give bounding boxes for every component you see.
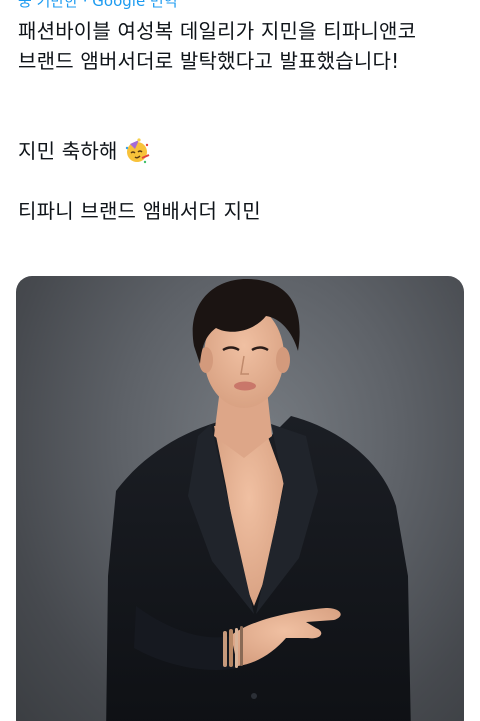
- tweet-text: 패션바이블 여성복 데일리가 지민을 티파니앤코 브랜드 앰버서더로 발탁했다고…: [18, 16, 462, 226]
- tweet-paragraph-congrats-text: 지민 축하해: [18, 139, 118, 163]
- tweet-paragraph-announcement: 패션바이블 여성복 데일리가 지민을 티파니앤코 브랜드 앰버서더로 발탁했다고…: [18, 19, 417, 73]
- tweet-paragraph-title: 티파니 브랜드 앰배서더 지민: [18, 199, 261, 223]
- portrait-illustration: [106, 278, 411, 721]
- tweet-photo[interactable]: [16, 276, 464, 721]
- translation-attribution-text[interactable]: 중 기반한 · Google 번역: [18, 0, 178, 11]
- partying-face-icon: [124, 138, 150, 164]
- translation-attribution[interactable]: 중 기반한 · Google 번역: [0, 0, 480, 12]
- tweet-paragraph-congrats: 지민 축하해: [18, 136, 462, 166]
